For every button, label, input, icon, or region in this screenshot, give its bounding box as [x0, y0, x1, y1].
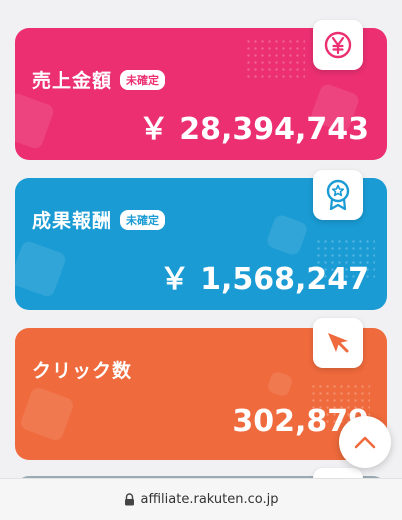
unconfirmed-badge: 未確定: [120, 209, 166, 230]
reward-value: ￥ 1,568,247: [159, 262, 369, 297]
decoration: [15, 91, 56, 151]
yen-icon-box: [313, 20, 363, 70]
dot-pattern: [245, 38, 305, 78]
clicks-title: クリック数: [32, 360, 133, 382]
yen-icon: [324, 31, 352, 59]
card-title: 売上金額 未確定: [32, 66, 166, 93]
sales-value: ￥ 28,394,743: [138, 112, 369, 147]
cursor-icon-box: [313, 318, 363, 368]
url-text: affiliate.rakuten.co.jp: [140, 492, 279, 507]
lock-icon: [124, 493, 134, 506]
cursor-arrow-icon: [328, 333, 349, 353]
decoration: [265, 369, 295, 399]
browser-url-bar[interactable]: affiliate.rakuten.co.jp: [0, 478, 402, 520]
unconfirmed-badge: 未確定: [120, 69, 166, 90]
scroll-to-top-button[interactable]: [339, 416, 391, 468]
card-title: 成果報酬 未確定: [32, 206, 166, 233]
award-icon-box: [313, 170, 363, 220]
reward-title: 成果報酬: [32, 210, 113, 232]
sales-title: 売上金額: [32, 70, 113, 92]
chevron-up-icon: [354, 436, 376, 449]
decoration: [15, 239, 68, 299]
decoration: [18, 385, 76, 443]
award-ribbon-icon: [326, 179, 350, 211]
decoration: [265, 213, 309, 257]
card-title: クリック数: [32, 356, 132, 383]
